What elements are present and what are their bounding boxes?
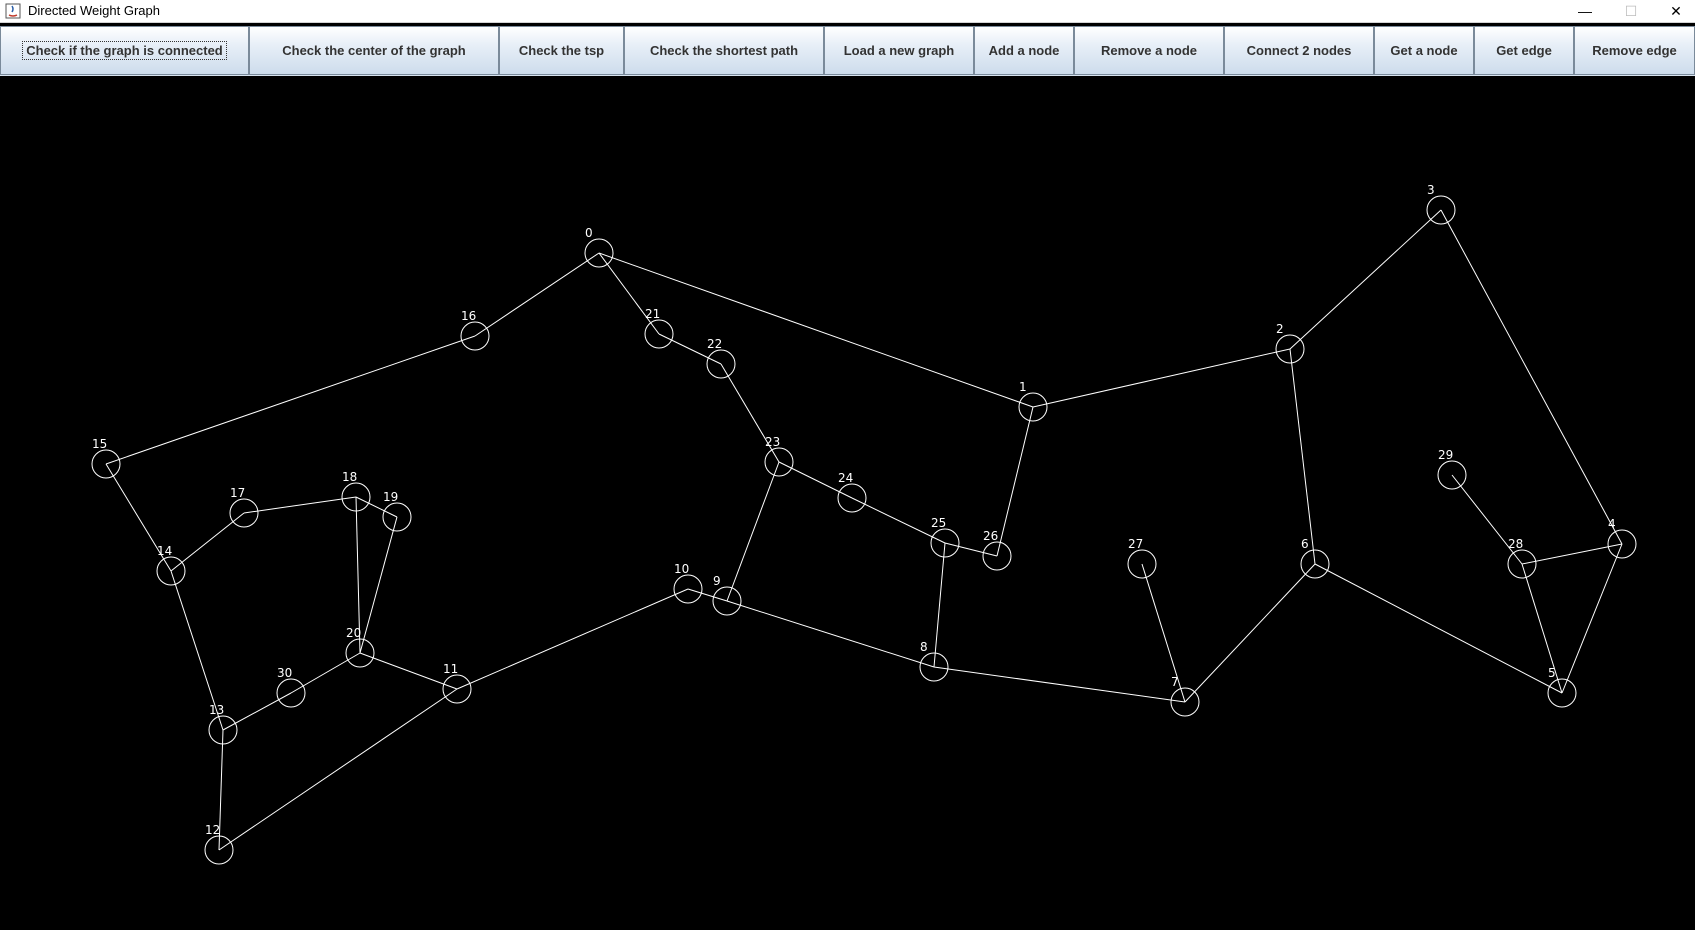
node-label-24: 24 (838, 471, 853, 485)
button-label: Get a node (1390, 43, 1458, 58)
node-label-29: 29 (1438, 448, 1453, 462)
check-shortest-path-button[interactable]: Check the shortest path (624, 26, 824, 75)
edge-19-20 (359, 516, 398, 654)
edge-16-15 (105, 335, 476, 465)
button-label: Get edge (1496, 43, 1552, 58)
edge-4-28 (1521, 543, 1623, 565)
node-label-0: 0 (585, 226, 593, 240)
node-label-23: 23 (765, 435, 780, 449)
remove-edge-button[interactable]: Remove edge (1574, 26, 1695, 75)
node-label-14: 14 (157, 544, 172, 558)
edge-0-1 (598, 252, 1034, 408)
add-node-button[interactable]: Add a node (974, 26, 1074, 75)
button-label: Connect 2 nodes (1246, 43, 1352, 58)
check-center-button[interactable]: Check the center of the graph (249, 26, 499, 75)
title-bar: Directed Weight Graph — ☐ ✕ (0, 0, 1695, 23)
window-title: Directed Weight Graph (28, 3, 160, 18)
minimize-button[interactable]: — (1562, 0, 1608, 22)
button-label: Remove edge (1592, 43, 1677, 58)
node-label-4: 4 (1608, 517, 1616, 531)
node-label-9: 9 (713, 574, 721, 588)
java-app-icon (5, 3, 21, 19)
edge-4-5 (1561, 543, 1623, 694)
node-label-2: 2 (1276, 322, 1284, 336)
edge-17-18 (243, 496, 357, 514)
graph-canvas[interactable]: 0 1 2 3 4 5 6 7 8 9 10 11 12 13 14 15 16 17 18 19 20 21 22 23 24… (0, 76, 1695, 925)
edge-6-2 (1289, 348, 1316, 565)
load-graph-button[interactable]: Load a new graph (824, 26, 974, 75)
check-connected-button[interactable]: Check if the graph is connected (0, 26, 249, 75)
node-label-15: 15 (92, 437, 107, 451)
edge-0-16 (474, 252, 600, 337)
node-label-21: 21 (645, 307, 660, 321)
button-label: Remove a node (1100, 43, 1198, 58)
edge-6-5 (1314, 563, 1563, 694)
button-label: Check if the graph is connected (22, 41, 227, 60)
node-label-20: 20 (346, 626, 361, 640)
toolbar: Check if the graph is connected Check th… (0, 26, 1695, 76)
edge-9-8 (726, 600, 935, 668)
node-label-7: 7 (1171, 675, 1179, 689)
node-label-27: 27 (1128, 537, 1143, 551)
node-label-19: 19 (383, 490, 398, 504)
button-label: Check the tsp (518, 43, 605, 58)
node-label-30: 30 (277, 666, 292, 680)
node-label-10: 10 (674, 562, 689, 576)
edge-25-8 (933, 542, 946, 668)
edge-2-3 (1289, 209, 1442, 350)
node-label-6: 6 (1301, 537, 1309, 551)
node-label-11: 11 (443, 662, 458, 676)
node-label-8: 8 (920, 640, 928, 654)
button-label: Load a new graph (843, 43, 955, 58)
edge-11-10 (456, 588, 689, 690)
edge-9-23 (726, 461, 780, 602)
edge-10-9 (687, 588, 728, 602)
node-label-16: 16 (461, 309, 476, 323)
connect-nodes-button[interactable]: Connect 2 nodes (1224, 26, 1374, 75)
node-label-13: 13 (209, 703, 224, 717)
node-label-18: 18 (342, 470, 357, 484)
button-label: Add a node (988, 43, 1060, 58)
edge-28-5 (1521, 563, 1563, 694)
get-node-button[interactable]: Get a node (1374, 26, 1474, 75)
edge-30-20 (290, 652, 361, 694)
edge-3-4 (1440, 209, 1623, 545)
graph-drawing: 0123456789101112131415161718192021222324… (91, 183, 1637, 865)
button-label: Check the shortest path (649, 43, 799, 58)
get-edge-button[interactable]: Get edge (1474, 26, 1574, 75)
node-label-25: 25 (931, 516, 946, 530)
check-tsp-button[interactable]: Check the tsp (499, 26, 624, 75)
edge-1-2 (1032, 348, 1291, 408)
node-label-26: 26 (983, 529, 998, 543)
maximize-button[interactable]: ☐ (1608, 0, 1654, 22)
node-label-3: 3 (1427, 183, 1435, 197)
close-button[interactable]: ✕ (1653, 0, 1695, 22)
edge-8-7 (933, 666, 1186, 703)
node-label-17: 17 (230, 486, 245, 500)
edge-26-1 (996, 406, 1034, 557)
node-label-12: 12 (205, 823, 220, 837)
button-label: Check the center of the graph (282, 43, 466, 58)
node-label-5: 5 (1548, 666, 1556, 680)
remove-node-button[interactable]: Remove a node (1074, 26, 1224, 75)
edge-13-30 (222, 692, 292, 731)
edge-0-21 (598, 252, 660, 335)
node-label-28: 28 (1508, 537, 1523, 551)
node-label-22: 22 (707, 337, 722, 351)
node-label-1: 1 (1019, 380, 1027, 394)
edge-7-6 (1184, 563, 1316, 703)
